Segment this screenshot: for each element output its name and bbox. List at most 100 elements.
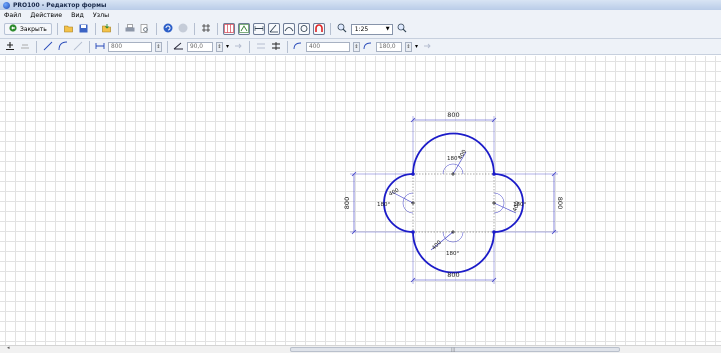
dimension-label-left: 800 [343, 197, 351, 209]
angle-tool-icon [269, 24, 279, 35]
open-button[interactable] [63, 23, 75, 35]
arc-angle-label-left: 180° [377, 202, 390, 208]
dimension-label-right: 800 [556, 197, 564, 209]
arc-angle-menu-arrow[interactable]: ▾ [415, 43, 418, 50]
length-input[interactable]: 800 [108, 41, 152, 52]
snap-button[interactable] [200, 23, 212, 35]
angle-spinner[interactable]: ⇕ [216, 41, 223, 52]
angle-tool-button[interactable] [267, 23, 280, 35]
length-spinner[interactable]: ⇕ [155, 41, 162, 52]
add-node-icon [5, 41, 15, 53]
arc-apply-button[interactable] [421, 41, 433, 53]
print-preview-button[interactable] [139, 23, 151, 35]
arc-angle-icon [363, 42, 373, 52]
arc-angle-label-bottom: 180° [446, 251, 459, 257]
magnet-button[interactable] [312, 23, 325, 35]
close-button-label: Закрыть [20, 25, 47, 33]
menu-bar: Файл Действие Вид Узлы [0, 10, 721, 20]
scrollbar-grip-icon: ||| [451, 347, 456, 352]
arc-centers [411, 172, 496, 234]
grid-icon [223, 23, 234, 35]
app-icon [3, 1, 10, 9]
shape-nodes [411, 172, 496, 234]
view-mode-button[interactable] [237, 23, 250, 35]
toolbar-separator [117, 23, 119, 35]
save-icon [79, 24, 88, 35]
zoom-in-icon [397, 23, 407, 35]
angle-icon [173, 42, 184, 52]
node[interactable] [492, 172, 496, 176]
dimension-label-bottom: 800 [447, 271, 459, 279]
length-icon [95, 42, 105, 52]
radius-spinner[interactable]: ⇕ [353, 41, 361, 52]
align-center-icon [271, 41, 281, 52]
toolbar-separator [329, 23, 331, 35]
scroll-left-icon[interactable]: ◂ [7, 345, 10, 351]
arc-angle-input[interactable]: 180,0 [376, 41, 403, 52]
menu-nodes[interactable]: Узлы [93, 12, 109, 19]
menu-view[interactable]: Вид [71, 12, 84, 19]
arc-radius-label-left: 400 [388, 187, 401, 197]
window-title: PRO100 - Редактор формы [13, 1, 107, 9]
zoom-icon [337, 23, 347, 35]
grid-toggle-button[interactable] [222, 23, 235, 35]
redo-icon [178, 23, 188, 35]
line-segment-button[interactable] [42, 41, 54, 53]
arc-radius-label-top: 400 [458, 148, 469, 161]
line-tool-button[interactable] [252, 23, 265, 35]
close-icon [9, 24, 17, 34]
view-mode-icon [238, 23, 249, 35]
print-preview-icon [140, 23, 149, 35]
curve-segment-button[interactable] [72, 41, 84, 53]
arc-segment-button[interactable] [57, 41, 69, 53]
arc-center-right [492, 201, 496, 205]
radius-icon [293, 42, 303, 52]
arc-angle-spinner[interactable]: ⇕ [405, 41, 413, 52]
horizontal-scrollbar[interactable]: ◂ ||| [0, 345, 721, 353]
arc-tool-button[interactable] [282, 23, 295, 35]
align-left-icon [256, 42, 266, 52]
inner-dashed-rect [412, 173, 495, 233]
toolbar-separator [193, 23, 195, 35]
toolbar-separator [167, 40, 168, 53]
circle-tool-button[interactable] [297, 23, 310, 35]
save-button[interactable] [78, 23, 90, 35]
delete-node-icon [20, 41, 30, 53]
close-button[interactable]: Закрыть [4, 23, 52, 35]
node[interactable] [411, 230, 415, 234]
redo-button[interactable] [177, 23, 189, 35]
import-button[interactable] [101, 23, 113, 35]
drawing-canvas[interactable]: 800 800 800 800 180° 400 180° 400 180° 4… [0, 56, 721, 345]
menu-file[interactable]: Файл [4, 12, 21, 19]
zoom-in-button[interactable] [396, 23, 408, 35]
circle-tool-icon [299, 24, 309, 35]
dimension-ticks [351, 117, 557, 283]
print-button[interactable] [124, 23, 136, 35]
print-icon [125, 23, 135, 35]
scale-select[interactable]: 1:25 ▼ [350, 23, 393, 35]
undo-button[interactable] [162, 23, 174, 35]
angle-menu-arrow[interactable]: ▾ [226, 43, 229, 50]
toolbar-separator [216, 23, 218, 35]
align-left-button[interactable] [255, 41, 267, 53]
radius-input[interactable]: 400 [306, 41, 351, 52]
node[interactable] [492, 230, 496, 234]
apply-icon [234, 42, 243, 52]
node[interactable] [411, 172, 415, 176]
toolbar-separator [249, 40, 251, 53]
delete-node-button[interactable] [19, 41, 31, 53]
angle-input[interactable]: 90,0 [187, 41, 213, 52]
align-center-button[interactable] [270, 41, 282, 53]
magnet-icon [314, 23, 324, 35]
toolbar-separator [89, 40, 90, 53]
toolbar-separator [287, 40, 289, 53]
add-node-button[interactable] [4, 41, 16, 53]
shape-drawing[interactable]: 800 800 800 800 180° 400 180° 400 180° 4… [0, 56, 721, 345]
angle-apply-button[interactable] [232, 41, 244, 53]
toolbar-separator [155, 23, 157, 35]
zoom-out-button[interactable] [336, 23, 348, 35]
arc-segment-icon [58, 41, 68, 53]
toolbar-separator [56, 23, 58, 35]
menu-action[interactable]: Действие [30, 12, 62, 19]
dimension-label-top: 800 [447, 111, 459, 119]
